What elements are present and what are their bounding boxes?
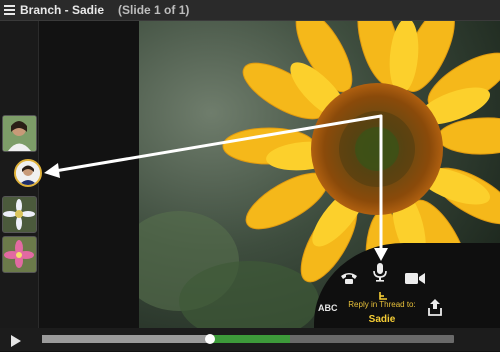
arrow-to-avatar (53, 114, 383, 173)
arrow-head-avatar (44, 163, 60, 178)
play-icon[interactable] (10, 334, 22, 352)
timeline-scrubber-handle[interactable] (205, 334, 215, 344)
timeline-progress (42, 335, 210, 343)
annotation-arrows (44, 114, 388, 261)
timeline-recording-segment (210, 335, 290, 343)
arrow-head-microphone (374, 248, 388, 261)
